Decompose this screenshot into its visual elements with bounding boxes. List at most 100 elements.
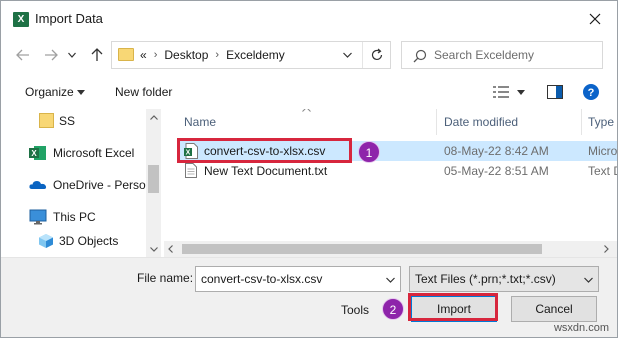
scrollbar-thumb[interactable] [182,244,542,254]
breadcrumb: « › Desktop › Exceldemy [140,48,285,62]
tools-label: Tools [341,303,370,317]
step-badge-1: 1 [358,141,380,163]
scroll-up-icon[interactable] [148,112,159,122]
svg-text:X: X [31,149,37,158]
arrow-right-icon [45,49,58,61]
cancel-button[interactable]: Cancel [511,296,597,322]
text-file-icon [185,163,197,178]
file-type-dropdown-button[interactable] [580,272,596,288]
highlight-import-button [408,293,498,321]
nav-item-microsoft-excel[interactable]: X Microsoft Excel [1,142,147,164]
refresh-button[interactable] [368,46,386,64]
chevron-down-icon [68,52,76,58]
nav-item-3d-objects[interactable]: 3D Objects [1,230,147,252]
search-box[interactable] [401,41,603,69]
search-input[interactable] [434,47,594,63]
nav-item-label: SS [59,114,76,128]
column-header-label: Date modified [444,115,519,129]
organize-label: Organize [25,85,74,99]
sort-ascending-icon [302,109,311,112]
scroll-right-icon[interactable] [604,245,609,253]
file-type: Micro [588,144,617,158]
scrollbar-thumb[interactable] [148,165,159,193]
view-options-icon[interactable] [493,86,509,98]
column-header-label: Name [184,115,217,129]
nav-item-label: OneDrive - Person [53,178,153,192]
close-icon [589,13,601,25]
file-name-dropdown-button[interactable] [382,272,398,288]
scroll-left-icon[interactable] [168,245,173,253]
command-bar: Organize New folder ? [1,79,617,107]
svg-text:?: ? [588,87,595,99]
file-name-combobox[interactable]: convert-csv-to-xlsx.csv [195,266,401,292]
preview-pane-icon[interactable] [547,85,563,99]
new-folder-label: New folder [115,85,173,99]
nav-item-label: This PC [53,210,96,224]
file-name-label: File name: [137,271,194,285]
arrow-up-icon [91,48,103,61]
chevron-down-icon [385,277,395,283]
dialog-footer: File name: convert-csv-to-xlsx.csv Text … [1,257,617,337]
chevron-down-icon [583,277,593,283]
file-name: New Text Document.txt [204,164,328,178]
file-list: Name Date modified Type X convert-csv-to… [164,109,617,257]
import-data-dialog: X Import Data « › Desktop › Exceldemy Se… [0,0,618,338]
organize-button[interactable]: Organize [25,85,74,99]
column-header-type[interactable]: Type [588,115,614,141]
file-row[interactable]: New Text Document.txt 05-May-22 8:51 AM … [178,161,617,181]
address-divider [362,42,363,68]
breadcrumb-exceldemy[interactable]: Exceldemy [226,48,285,62]
folder-icon [118,48,134,61]
file-type-select[interactable]: Text Files (*.prn;*.txt;*.csv) [409,266,599,292]
address-bar[interactable]: « › Desktop › Exceldemy [111,41,391,69]
nav-item-label: Microsoft Excel [53,146,135,160]
new-folder-button[interactable]: New folder [115,85,172,99]
help-icon[interactable]: ? [583,84,599,100]
monitor-icon [29,209,47,225]
file-date: 08-May-22 8:42 AM [444,144,549,158]
cube-icon [39,234,53,248]
breadcrumb-desktop[interactable]: Desktop [164,48,208,62]
address-dropdown-button[interactable] [338,46,356,64]
column-header-date-modified[interactable]: Date modified [444,115,518,141]
forward-button[interactable] [41,45,61,65]
file-list-horizontal-scrollbar[interactable] [164,241,617,257]
navigation-pane: SS X Microsoft Excel OneDrive - Person T… [1,109,161,257]
column-header-label: Type [588,115,615,129]
up-button[interactable] [87,45,107,65]
refresh-icon [371,48,383,61]
window-title: Import Data [35,11,103,26]
nav-item-onedrive[interactable]: OneDrive - Person [1,174,152,196]
chevron-down-icon[interactable] [517,90,525,96]
chevron-right-icon: › [215,49,220,61]
breadcrumb-overflow[interactable]: « [140,48,147,62]
scroll-down-icon[interactable] [148,244,159,254]
step-badge-2: 2 [382,298,404,320]
nav-item-ss[interactable]: SS [1,110,147,132]
file-date: 05-May-22 8:51 AM [444,164,549,178]
watermark: wsxdn.com [553,322,609,334]
excel-icon: X [29,146,46,160]
column-separator[interactable] [436,109,437,135]
onedrive-icon [29,181,47,189]
chevron-down-icon[interactable] [77,90,85,96]
column-separator[interactable] [581,109,582,135]
highlight-file-selection [177,138,352,163]
nav-pane-scrollbar[interactable] [146,109,161,257]
file-type-value: Text Files (*.prn;*.txt;*.csv) [415,272,556,286]
nav-item-label: 3D Objects [59,234,119,248]
nav-item-this-pc[interactable]: This PC [1,206,147,228]
cancel-label: Cancel [535,302,573,316]
recent-locations-button[interactable] [65,45,79,65]
excel-app-icon: X [13,12,29,27]
close-button[interactable] [583,7,607,31]
back-button[interactable] [13,45,33,65]
chevron-right-icon: › [153,49,158,61]
arrow-left-icon [16,49,29,61]
folder-icon [39,113,54,128]
file-name-input[interactable]: convert-csv-to-xlsx.csv [201,272,322,286]
chevron-down-icon [342,52,352,58]
title-bar: X Import Data [1,1,617,37]
tools-button[interactable]: Tools [341,303,369,317]
file-type: Text D [588,164,617,178]
